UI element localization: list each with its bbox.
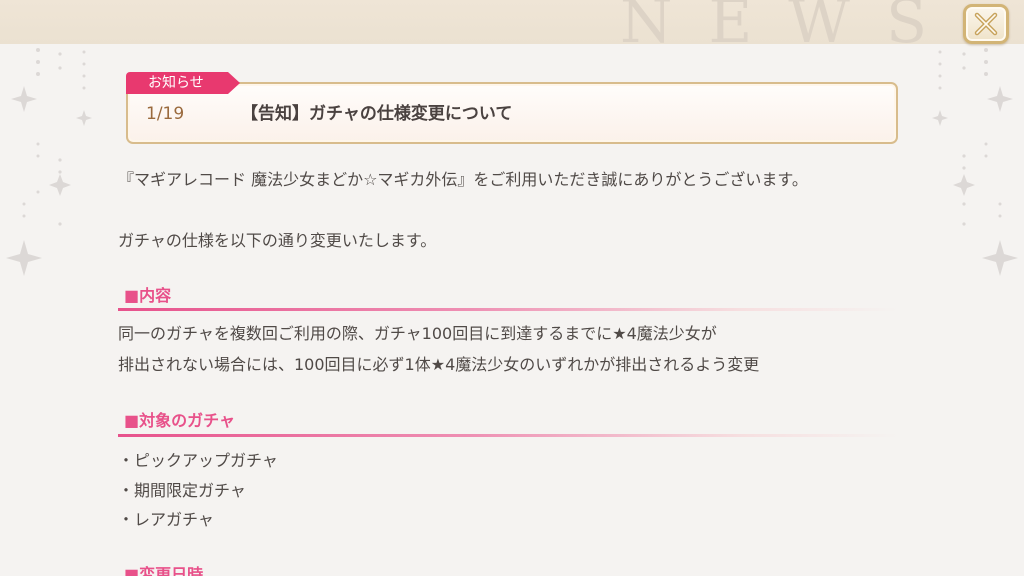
list-item: ・ピックアップガチャ xyxy=(118,451,278,470)
intro-text: 『マギアレコード 魔法少女まどか☆マギカ外伝』をご利用いただき誠にありがとうござ… xyxy=(118,170,808,189)
content-line: 同一のガチャを複数回ご利用の際、ガチャ100回目に到達するまでに★4魔法少女が xyxy=(118,324,717,343)
list-item: ・期間限定ガチャ xyxy=(118,481,246,500)
section-heading-target: ■対象のガチャ xyxy=(124,411,235,430)
section-divider xyxy=(118,308,898,311)
section-heading-date: ■変更日時 xyxy=(124,565,204,576)
content-line: 排出されない場合には、100回目に必ず1体★4魔法少女のいずれかが排出されるよう… xyxy=(118,355,760,374)
close-icon xyxy=(974,12,998,36)
left-sparkle-decoration xyxy=(6,48,92,276)
notice-category-tag: お知らせ xyxy=(126,72,240,94)
close-button[interactable] xyxy=(963,4,1009,44)
notice-date: 1/19 xyxy=(146,104,185,124)
lead-text: ガチャの仕様を以下の通り変更いたします。 xyxy=(118,231,437,250)
notice-title: 【告知】ガチャの仕様変更について xyxy=(241,104,513,124)
list-item: ・レアガチャ xyxy=(118,510,214,529)
section-heading-content: ■内容 xyxy=(124,286,172,305)
news-watermark: NEWS xyxy=(620,0,964,50)
right-sparkle-decoration xyxy=(932,48,1018,276)
section-divider xyxy=(118,434,898,437)
